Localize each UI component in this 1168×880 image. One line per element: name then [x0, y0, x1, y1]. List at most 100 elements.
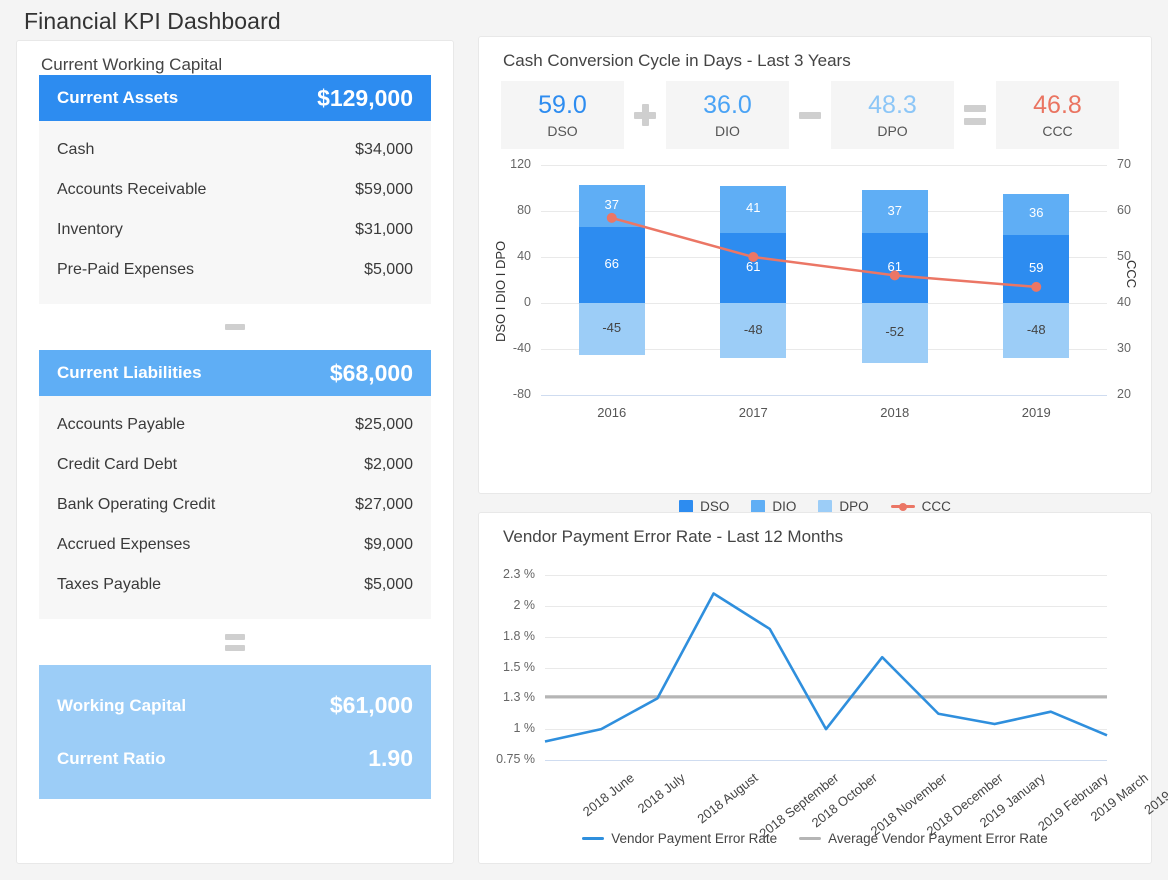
vendor-payment-error-card: Vendor Payment Error Rate - Last 12 Mont…	[478, 512, 1152, 864]
y2-axis-tick: 30	[1117, 341, 1131, 355]
operator-minus	[789, 112, 831, 119]
working-capital-result: Working Capital$61,000Current Ratio1.90	[39, 665, 431, 799]
plus-icon	[634, 104, 656, 126]
ccc-bar-chart: -80-4004080120203040506070DSO I DIO I DP…	[479, 157, 1151, 457]
equals-icon	[225, 634, 245, 651]
x-axis-tick: 2018	[845, 405, 945, 420]
kpi-row: Accounts Receivable $59,000	[57, 170, 413, 210]
ccc-kpi-tile-ccc[interactable]: 46.8 CCC	[996, 81, 1119, 149]
kpi-row: Accrued Expenses $9,000	[57, 525, 413, 565]
kpi-row: Credit Card Debt $2,000	[57, 445, 413, 485]
vendor-error-title: Vendor Payment Error Rate - Last 12 Mont…	[479, 513, 1151, 547]
bar-value-label: 61	[862, 259, 928, 274]
y-axis-tick: 80	[479, 203, 531, 217]
current-assets-header[interactable]: Current Assets $129,000	[39, 75, 431, 121]
y2-axis-tick: 40	[1117, 295, 1131, 309]
kpi-row: Accounts Payable$25,000	[57, 405, 413, 445]
bar-value-label: 37	[579, 197, 645, 212]
kpi-row-label: Inventory	[57, 221, 123, 239]
ccc-kpi-tiles: 59.0 DSO 36.0 DIO 48.3DPO 46.8 CCC	[479, 71, 1151, 149]
bar-value-label: 66	[579, 256, 645, 271]
bar-value-label: 41	[720, 200, 786, 215]
working-capital-body: Current Assets $129,000 Cash $34,000 Accou…	[17, 75, 453, 799]
y-axis-tick: -40	[479, 341, 531, 355]
kpi-row-value: $5,000	[364, 261, 413, 279]
kpi-row-value: $2,000	[364, 456, 413, 474]
current-liabilities-value: $68,000	[330, 360, 413, 387]
bar-value-label: 36	[1003, 205, 1069, 220]
kpi-row-value: $31,000	[355, 221, 413, 239]
bar-value-label: -48	[1003, 322, 1069, 337]
ccc-title: Cash Conversion Cycle in Days - Last 3 Y…	[479, 37, 1151, 71]
kpi-row-label: Cash	[57, 141, 94, 159]
kpi-row-label: Pre-Paid Expenses	[57, 261, 194, 279]
kpi-row-value: $59,000	[355, 181, 413, 199]
cash-conversion-cycle-card: Cash Conversion Cycle in Days - Last 3 Y…	[478, 36, 1152, 494]
kpi-row-label: Taxes Payable	[57, 576, 161, 594]
ccc-kpi-value: 36.0	[703, 91, 752, 120]
ccc-kpi-caption: DSO	[547, 123, 577, 139]
minus-icon	[225, 324, 245, 330]
operator-minus	[39, 304, 431, 350]
kpi-row: Inventory $31,000	[57, 210, 413, 250]
bar-value-label: -45	[579, 320, 645, 335]
ccc-kpi-tile-dio[interactable]: 36.0 DIO	[666, 81, 789, 149]
equals-icon	[964, 105, 986, 125]
current-assets-rows: Cash $34,000 Accounts Receivable $59,000 Inv…	[39, 121, 431, 304]
x-axis-tick: 2016	[562, 405, 662, 420]
page-title: Financial KPI Dashboard	[24, 8, 281, 35]
kpi-row-label: Accrued Expenses	[57, 536, 190, 554]
legend-item[interactable]: Vendor Payment Error Rate	[582, 831, 777, 846]
y2-axis-label: CCC	[1124, 260, 1139, 288]
vendor-error-legend: Vendor Payment Error Rate Average Vendor …	[479, 831, 1151, 846]
result-row-value: $61,000	[330, 692, 413, 719]
gridline	[541, 395, 1107, 396]
bar-value-label: -48	[720, 322, 786, 337]
ccc-kpi-value: 46.8	[1033, 91, 1082, 120]
legend-line-icon	[582, 837, 604, 840]
current-liabilities-label: Current Liabilities	[57, 363, 202, 383]
result-row: Working Capital $61,000	[57, 679, 413, 732]
ccc-kpi-caption: CCC	[1042, 123, 1072, 139]
legend-line-marker-icon	[891, 502, 915, 512]
legend-label: Vendor Payment Error Rate	[611, 831, 777, 846]
dashboard-page: Financial KPI Dashboard Current Working …	[0, 0, 1168, 880]
kpi-row: Taxes Payable$5,000	[57, 565, 413, 605]
result-row-label: Working Capital	[57, 696, 186, 716]
current-assets-value: $129,000	[317, 85, 413, 112]
kpi-row: Bank Operating Credit$27,000	[57, 485, 413, 525]
operator-plus	[624, 104, 666, 126]
y-axis-label: DSO I DIO I DPO	[493, 241, 508, 342]
kpi-row-value: $34,000	[355, 141, 413, 159]
kpi-row-value: $27,000	[355, 496, 413, 514]
ccc-kpi-caption: DIO	[715, 123, 740, 139]
ccc-kpi-value: 59.0	[538, 91, 587, 120]
current-assets-label: Current Assets	[57, 88, 178, 108]
result-row-value: 1.90	[368, 745, 413, 772]
bar-value-label: -52	[862, 324, 928, 339]
ccc-kpi-tile-dpo[interactable]: 48.3DPO	[831, 81, 954, 149]
ccc-kpi-tile-dso[interactable]: 59.0 DSO	[501, 81, 624, 149]
current-liabilities-rows: Accounts Payable$25,000 Credit Card Debt $…	[39, 396, 431, 619]
y2-axis-tick: 60	[1117, 203, 1131, 217]
x-axis-tick: 2017	[703, 405, 803, 420]
x-axis-tick: 2019	[986, 405, 1086, 420]
bar-value-label: 37	[862, 203, 928, 218]
legend-line-icon	[799, 837, 821, 840]
ccc-kpi-value: 48.3	[868, 91, 917, 120]
vendor-error-line-chart: 0.75 %1 %1.3 %1.5 %1.8 %2 %2.3 %2018 Jun…	[479, 547, 1151, 832]
working-capital-card: Current Working Capital Current Assets $…	[16, 40, 454, 864]
kpi-row-value: $25,000	[355, 416, 413, 434]
working-capital-title: Current Working Capital	[17, 41, 453, 75]
y2-axis-tick: 20	[1117, 387, 1131, 401]
kpi-row-value: $9,000	[364, 536, 413, 554]
bar-value-label: 61	[720, 259, 786, 274]
legend-item[interactable]: Average Vendor Payment Error Rate	[799, 831, 1048, 846]
kpi-row-label: Credit Card Debt	[57, 456, 177, 474]
y-axis-tick: -80	[479, 387, 531, 401]
minus-icon	[799, 112, 821, 119]
kpi-row: Cash $34,000	[57, 130, 413, 170]
kpi-row-label: Accounts Receivable	[57, 181, 206, 199]
y2-axis-tick: 70	[1117, 157, 1131, 171]
current-liabilities-header[interactable]: Current Liabilities $68,000	[39, 350, 431, 396]
